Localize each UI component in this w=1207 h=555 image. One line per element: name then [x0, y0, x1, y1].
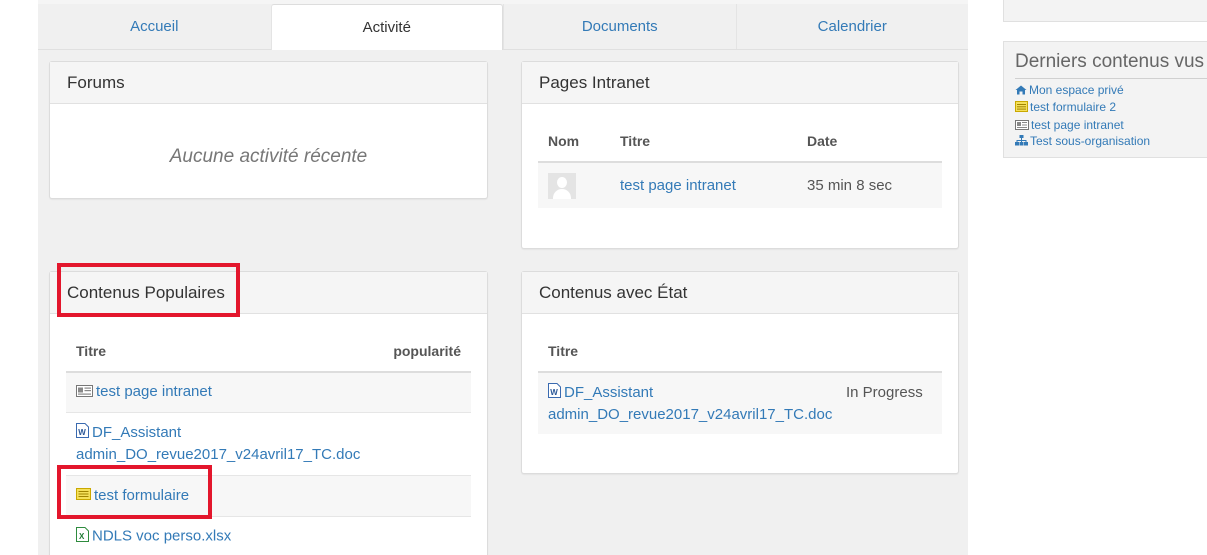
svg-text:W: W	[550, 388, 558, 397]
content-link-ndls-voc-perso[interactable]: NDLS voc perso.xlsx	[92, 528, 231, 545]
recent-item-label[interactable]: test formulaire 2	[1030, 100, 1116, 114]
content-link-test-page-intranet[interactable]: test page intranet	[96, 383, 212, 400]
tab-calendrier[interactable]: Calendrier	[735, 4, 969, 49]
forums-panel-title: Forums	[50, 62, 487, 104]
word-doc-icon: W	[76, 422, 89, 444]
avatar	[548, 172, 576, 199]
tab-activite[interactable]: Activité	[270, 4, 503, 50]
column-header-nom: Nom	[538, 120, 610, 163]
intranet-page-icon	[1015, 119, 1029, 133]
column-header-titre: Titre	[538, 330, 942, 373]
recently-viewed-title: Derniers contenus vus	[1015, 51, 1205, 72]
recent-item-test-sous-organisation[interactable]: Test sous-organisation	[1015, 134, 1150, 149]
content-link-df-assistant[interactable]: DF_Assistant admin_DO_revue2017_v24avril1…	[548, 384, 832, 423]
table-row: test page intranet 35 min 8 sec	[538, 161, 942, 208]
recent-item-label[interactable]: test page intranet	[1031, 118, 1124, 132]
page-link-test-page-intranet[interactable]: test page intranet	[620, 177, 736, 194]
intranet-page-icon	[76, 384, 93, 401]
contenus-etat-table: Titre W DF_Assistant admin_DO_revue2017_v…	[538, 330, 942, 434]
word-doc-icon: W	[548, 382, 561, 404]
recent-item-test-page-intranet[interactable]: test page intranet	[1015, 118, 1124, 133]
form-icon	[1015, 100, 1028, 115]
svg-text:X: X	[79, 532, 85, 541]
recently-viewed-panel: Derniers contenus vus Mon espace privé t…	[1003, 41, 1207, 158]
forums-panel: Forums Aucune activité récente	[49, 61, 488, 199]
pages-intranet-panel: Pages Intranet Nom Titre Date test page …	[521, 61, 959, 249]
home-icon	[1015, 84, 1027, 98]
state-cell: In Progress	[838, 371, 942, 434]
tab-bar: Accueil Activité Documents Calendrier	[38, 4, 968, 50]
recent-item-mon-espace-prive[interactable]: Mon espace privé	[1015, 83, 1124, 98]
recent-item-label[interactable]: Mon espace privé	[1029, 83, 1124, 97]
author-cell	[538, 161, 610, 208]
contenus-etat-panel-title: Contenus avec État	[522, 272, 958, 314]
title-cell: X NDLS voc perso.xlsx	[66, 515, 471, 555]
tab-accueil[interactable]: Accueil	[38, 4, 271, 49]
table-row: test page intranet	[66, 371, 471, 412]
highlight-box-test-formulaire	[57, 465, 212, 519]
sidebar-top-panel	[1003, 0, 1207, 22]
forums-empty-message: Aucune activité récente	[169, 146, 368, 167]
date-cell: 35 min 8 sec	[797, 161, 942, 208]
org-chart-icon	[1015, 134, 1028, 149]
contenus-populaires-table: Titre popularité test page intranet W DF…	[66, 330, 471, 555]
tab-documents[interactable]: Documents	[503, 4, 736, 49]
column-header-titre: Titre	[610, 120, 797, 163]
column-header-popularite: popularité	[213, 330, 471, 373]
title-cell: test page intranet	[610, 161, 797, 208]
excel-icon: X	[76, 527, 89, 546]
svg-text:W: W	[78, 428, 86, 437]
title-cell: W DF_Assistant admin_DO_revue2017_v24avri…	[538, 371, 838, 434]
content-link-df-assistant[interactable]: DF_Assistant admin_DO_revue2017_v24avril1…	[76, 424, 360, 463]
column-header-titre: Titre	[66, 330, 214, 373]
recent-item-label[interactable]: Test sous-organisation	[1030, 134, 1150, 148]
pages-intranet-panel-title: Pages Intranet	[522, 62, 958, 104]
title-cell: test page intranet	[66, 371, 471, 412]
table-row: X NDLS voc perso.xlsx	[66, 515, 471, 555]
highlight-box-contenus-populaires	[57, 263, 240, 317]
divider	[1015, 78, 1207, 79]
contenus-etat-panel: Contenus avec État Titre W DF_Assistant a…	[521, 271, 959, 474]
pages-intranet-table: Nom Titre Date test page intranet 35 min…	[538, 120, 942, 208]
table-row: W DF_Assistant admin_DO_revue2017_v24avri…	[538, 371, 942, 434]
column-header-date: Date	[797, 120, 942, 163]
recent-item-test-formulaire-2[interactable]: test formulaire 2	[1015, 100, 1116, 115]
